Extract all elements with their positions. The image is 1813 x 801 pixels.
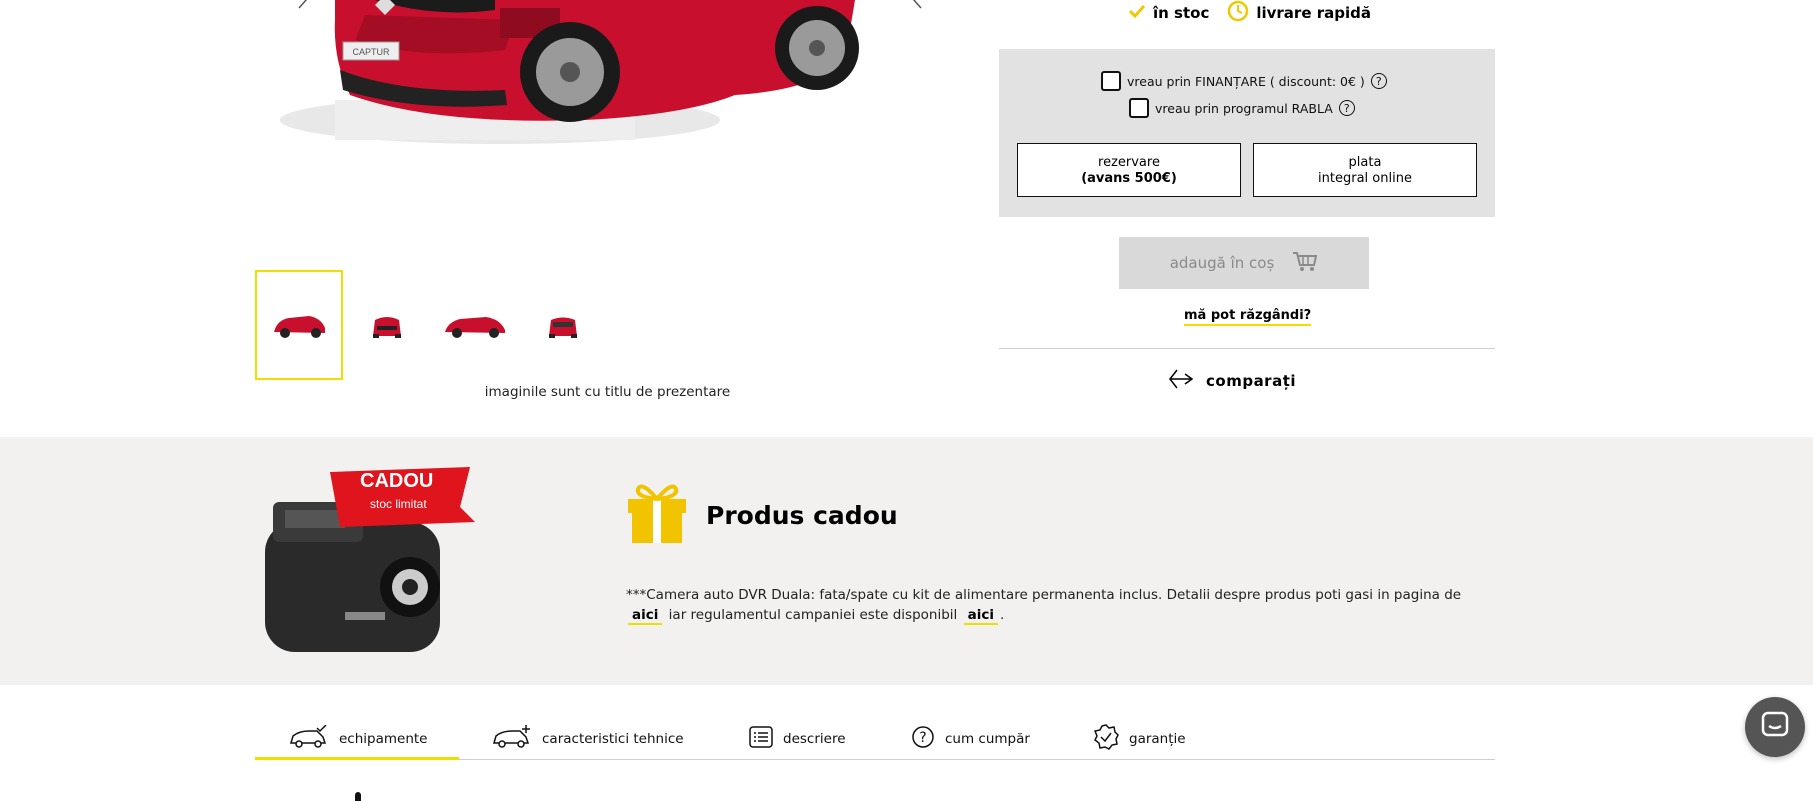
- gift-badge-subtitle: stoc limitat: [370, 497, 427, 511]
- product-gallery: CAPTUR imaginile sunt cu titlu de prezen…: [255, 0, 960, 437]
- image-disclaimer: imaginile sunt cu titlu de prezentare: [484, 384, 731, 400]
- gift-description: ***Camera auto DVR Duala: fata/spate cu …: [626, 585, 1496, 625]
- gift-box-icon: [626, 481, 688, 549]
- tab-warranty[interactable]: garanție: [1093, 718, 1186, 760]
- financing-label: vreau prin FINANȚARE ( discount: 0€ ): [1127, 73, 1365, 89]
- car-check-icon: [289, 724, 329, 753]
- compare-label: comparați: [1206, 372, 1297, 390]
- fast-delivery-label: livrare rapidă: [1256, 4, 1371, 22]
- svg-text:?: ?: [919, 730, 926, 746]
- payment-label: plata: [1348, 155, 1382, 170]
- online-payment-button[interactable]: plata integral online: [1253, 143, 1477, 197]
- content-peek-icon: [355, 792, 361, 801]
- thumbnail-front[interactable]: [343, 270, 431, 380]
- chat-icon: [1760, 710, 1790, 744]
- tab-label: descriere: [783, 731, 846, 747]
- tab-equipment[interactable]: echipamente: [289, 718, 428, 760]
- reservation-button[interactable]: rezervare (avans 500€): [1017, 143, 1241, 197]
- previous-image-button[interactable]: [285, 0, 325, 28]
- question-circle-icon: ?: [911, 725, 935, 753]
- tab-label: garanție: [1129, 731, 1186, 747]
- compare-button[interactable]: comparați: [1168, 368, 1296, 394]
- tab-how-to-buy[interactable]: ? cum cumpăr: [911, 718, 1030, 760]
- gift-badge-title: CADOU: [360, 470, 434, 492]
- license-plate: CAPTUR: [352, 47, 390, 57]
- add-to-cart-label: adaugă în coș: [1169, 254, 1275, 272]
- campaign-rules-link[interactable]: aici: [963, 607, 998, 625]
- payment-label-2: integral online: [1318, 171, 1412, 186]
- in-stock-status: în stoc: [1128, 4, 1209, 22]
- main-car-image: CAPTUR: [255, 0, 960, 260]
- clock-icon: [1227, 0, 1249, 26]
- chat-widget-button[interactable]: [1745, 697, 1805, 757]
- financing-option: vreau prin FINANȚARE ( discount: 0€ ) ?: [1101, 71, 1387, 91]
- purchase-options-panel: vreau prin FINANȚARE ( discount: 0€ ) ? …: [999, 49, 1495, 217]
- dashcam-gift-image: CADOU stoc limitat: [255, 462, 485, 662]
- gift-title: Produs cadou: [706, 500, 898, 530]
- in-stock-label: în stoc: [1153, 4, 1210, 22]
- tab-label: caracteristici tehnice: [542, 731, 684, 747]
- divider: [999, 348, 1495, 349]
- thumbnail-side-2[interactable]: [431, 270, 519, 380]
- rabla-label: vreau prin programul RABLA: [1155, 100, 1333, 116]
- gift-text-1: ***Camera auto DVR Duala: fata/spate cu …: [626, 587, 1462, 603]
- tab-label: echipamente: [339, 731, 428, 747]
- thumbnail-rear[interactable]: [519, 270, 607, 380]
- product-info-tabs: echipamente caracteristici tehnice descr…: [255, 718, 1495, 760]
- car-plus-icon: [492, 725, 532, 753]
- tab-description[interactable]: descriere: [749, 718, 846, 760]
- reservation-deposit: (avans 500€): [1081, 171, 1177, 186]
- financing-help-icon[interactable]: ?: [1370, 73, 1387, 89]
- gift-text-2: iar regulamentul campaniei este disponib…: [668, 607, 958, 623]
- thumbnail-side[interactable]: [255, 270, 343, 380]
- cart-icon: [1292, 250, 1318, 276]
- gift-promo-section: CADOU stoc limitat Produs cadou ***Camer…: [0, 437, 1813, 685]
- check-icon: [1128, 4, 1146, 22]
- fast-delivery-status: livrare rapidă: [1227, 0, 1371, 26]
- tab-technical-specs[interactable]: caracteristici tehnice: [492, 718, 684, 760]
- rabla-checkbox[interactable]: [1129, 98, 1149, 118]
- rabla-option: vreau prin programul RABLA ?: [1129, 98, 1355, 118]
- next-image-button[interactable]: [895, 0, 935, 28]
- financing-checkbox[interactable]: [1101, 71, 1121, 91]
- availability-row: în stoc livrare rapidă: [1128, 0, 1371, 26]
- add-to-cart-button[interactable]: adaugă în coș: [1119, 237, 1369, 289]
- reservation-label: rezervare: [1098, 155, 1160, 170]
- list-icon: [749, 726, 773, 752]
- product-details-link[interactable]: aici: [628, 607, 663, 625]
- compare-arrows-icon: [1168, 368, 1194, 394]
- rethink-link[interactable]: mă pot răzgândi?: [1184, 308, 1312, 326]
- rabla-help-icon[interactable]: ?: [1338, 100, 1355, 116]
- badge-check-icon: [1093, 724, 1119, 754]
- gift-title-row: Produs cadou: [626, 481, 898, 549]
- gift-text-3: .: [999, 607, 1005, 623]
- tab-label: cum cumpăr: [945, 731, 1030, 747]
